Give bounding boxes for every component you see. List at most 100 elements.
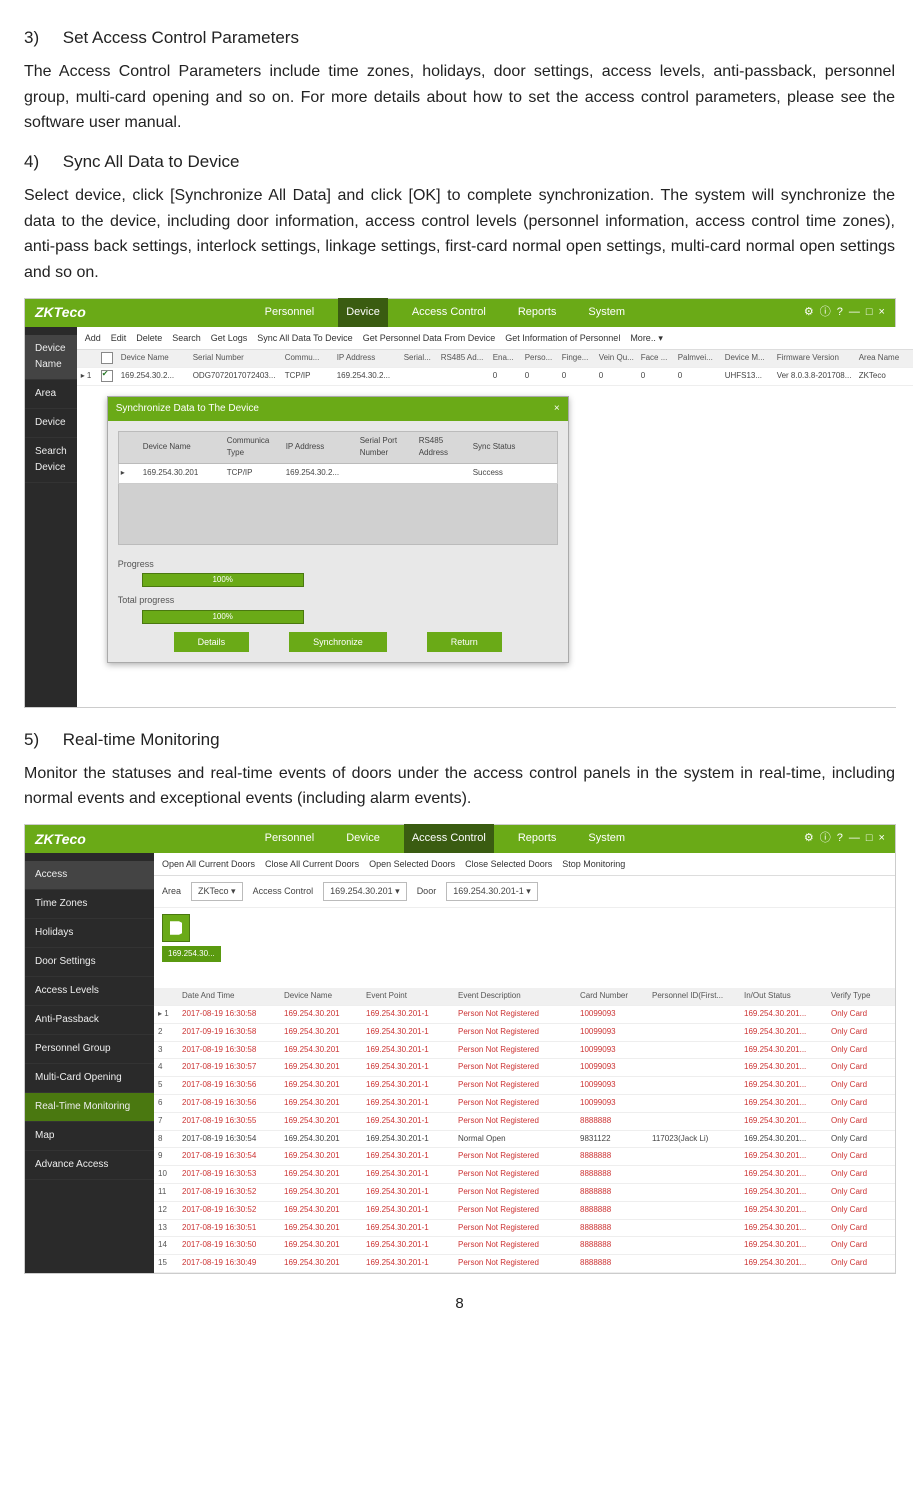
main-menu-item[interactable]: Access Control [404, 824, 494, 854]
main-menu-item[interactable]: System [580, 298, 633, 328]
column-header: In/Out Status [744, 990, 829, 1003]
window-control-icon[interactable]: — [849, 304, 860, 322]
event-cell: 12 [158, 1204, 180, 1217]
event-cell: Only Card [831, 1204, 891, 1217]
column-header: Face ... [641, 352, 676, 365]
main-menu-item[interactable]: System [580, 824, 633, 854]
toolbar-button[interactable]: Get Logs [211, 331, 248, 345]
column-header: Serial Port Number [360, 435, 415, 461]
event-cell: 169.254.30.201-1 [366, 1168, 456, 1181]
toolbar-button[interactable]: Get Information of Personnel [505, 331, 620, 345]
main-menu-item[interactable]: Device [338, 298, 388, 328]
sidebar-item[interactable]: Anti-Passback [25, 1006, 154, 1035]
window-control-icon[interactable]: ⚙ [804, 830, 814, 848]
sidebar-item[interactable]: Device Name [25, 335, 77, 380]
main-menu-item[interactable]: Personnel [257, 298, 323, 328]
sidebar-item[interactable]: Personnel Group [25, 1035, 154, 1064]
sidebar-item[interactable]: Access Levels [25, 977, 154, 1006]
toolbar: Add Edit Delete Search Get Logs Sync All Data… [77, 327, 913, 350]
window-control-icon[interactable]: □ [866, 830, 873, 848]
event-cell: Only Card [831, 1133, 891, 1146]
sidebar-item[interactable]: Area [25, 380, 77, 409]
event-cell: 2017-08-19 16:30:58 [182, 1008, 282, 1021]
section-3-title: Set Access Control Parameters [63, 28, 299, 47]
window-control-icon[interactable]: — [849, 830, 860, 848]
sidebar-item[interactable]: Advance Access [25, 1151, 154, 1180]
toolbar-button[interactable]: Sync All Data To Device [257, 331, 352, 345]
toolbar-button[interactable]: Close Selected Doors [465, 857, 552, 871]
window-control-icon[interactable]: ⓘ [820, 304, 831, 322]
event-row[interactable]: 92017-08-19 16:30:54169.254.30.201169.25… [154, 1148, 895, 1166]
event-cell: 9 [158, 1150, 180, 1163]
access-control-dropdown[interactable]: 169.254.30.201 ▾ [323, 882, 407, 900]
door-icon[interactable] [162, 914, 190, 942]
event-cell: Person Not Registered [458, 1168, 578, 1181]
area-dropdown[interactable]: ZKTeco ▾ [191, 882, 243, 900]
modal-button[interactable]: Details [174, 632, 250, 652]
toolbar-button[interactable]: Stop Monitoring [562, 857, 625, 871]
event-row[interactable]: ▸ 12017-08-19 16:30:58169.254.30.201169.… [154, 1006, 895, 1024]
main-menu-item[interactable]: Device [338, 824, 388, 854]
door-dropdown[interactable]: 169.254.30.201-1 ▾ [446, 882, 538, 900]
header-checkbox[interactable] [101, 352, 113, 364]
event-cell: 2017-08-19 16:30:52 [182, 1186, 282, 1199]
sidebar-item[interactable]: Device [25, 409, 77, 438]
toolbar-button[interactable]: Edit [111, 331, 127, 345]
toolbar-button[interactable]: Delete [136, 331, 162, 345]
event-row[interactable]: 122017-08-19 16:30:52169.254.30.201169.2… [154, 1202, 895, 1220]
toolbar-button[interactable]: Get Personnel Data From Device [363, 331, 496, 345]
event-row[interactable]: 42017-08-19 16:30:57169.254.30.201169.25… [154, 1059, 895, 1077]
event-row[interactable]: 112017-08-19 16:30:52169.254.30.201169.2… [154, 1184, 895, 1202]
modal-button[interactable]: Synchronize [289, 632, 387, 652]
window-control-icon[interactable]: ? [837, 830, 843, 848]
event-row[interactable]: 72017-08-19 16:30:55169.254.30.201169.25… [154, 1113, 895, 1131]
window-control-icon[interactable]: □ [866, 304, 873, 322]
sidebar-item[interactable]: Map [25, 1122, 154, 1151]
event-cell: 2017-08-19 16:30:56 [182, 1097, 282, 1110]
main-menu-item[interactable]: Access Control [404, 298, 494, 328]
window-control-icon[interactable]: ? [837, 304, 843, 322]
sidebar-item[interactable]: Multi-Card Opening [25, 1064, 154, 1093]
event-cell: 8888888 [580, 1222, 650, 1235]
window-control-icon[interactable]: ⓘ [820, 830, 831, 848]
column-header: RS485 Address [419, 435, 469, 461]
modal-button[interactable]: Return [427, 632, 502, 652]
device-grid-row[interactable]: ▸ 1 169.254.30.2... ODG7072017072403... … [77, 368, 913, 386]
window-control-icon[interactable]: ⚙ [804, 304, 814, 322]
sidebar-item[interactable]: Access [25, 861, 154, 890]
screenshot-sync-data: ZKTeco PersonnelDeviceAccess ControlRepo… [24, 298, 896, 708]
row-checkbox[interactable] [101, 370, 113, 382]
toolbar-button[interactable]: Close All Current Doors [265, 857, 359, 871]
event-row[interactable]: 142017-08-19 16:30:50169.254.30.201169.2… [154, 1237, 895, 1255]
sidebar-item[interactable]: Holidays [25, 919, 154, 948]
event-cell: 169.254.30.201... [744, 1257, 829, 1270]
toolbar-button[interactable]: Search [172, 331, 201, 345]
event-row[interactable]: 102017-08-19 16:30:53169.254.30.201169.2… [154, 1166, 895, 1184]
event-row[interactable]: 132017-08-19 16:30:51169.254.30.201169.2… [154, 1220, 895, 1238]
sidebar-item[interactable]: Door Settings [25, 948, 154, 977]
event-row[interactable]: 62017-08-19 16:30:56169.254.30.201169.25… [154, 1095, 895, 1113]
event-cell: 2017-08-19 16:30:52 [182, 1204, 282, 1217]
main-menu-item[interactable]: Reports [510, 298, 565, 328]
sidebar-item[interactable]: Search Device [25, 438, 77, 483]
event-row[interactable]: 32017-08-19 16:30:58169.254.30.201169.25… [154, 1042, 895, 1060]
main-menu-item[interactable]: Personnel [257, 824, 323, 854]
sidebar-item[interactable]: Real-Time Monitoring [25, 1093, 154, 1122]
close-icon[interactable]: × [554, 401, 560, 417]
window-control-icon[interactable]: × [879, 304, 885, 322]
toolbar-button[interactable]: Add [85, 331, 101, 345]
toolbar-button[interactable]: Open Selected Doors [369, 857, 455, 871]
event-row[interactable]: 52017-08-19 16:30:56169.254.30.201169.25… [154, 1077, 895, 1095]
event-cell: 169.254.30.201-1 [366, 1257, 456, 1270]
event-row[interactable]: 82017-08-19 16:30:54169.254.30.201169.25… [154, 1131, 895, 1149]
main-menu-item[interactable]: Reports [510, 824, 565, 854]
event-row[interactable]: 152017-08-19 16:30:49169.254.30.201169.2… [154, 1255, 895, 1273]
window-control-icon[interactable]: × [879, 830, 885, 848]
toolbar-button[interactable]: More.. ▾ [630, 331, 663, 345]
event-cell: Person Not Registered [458, 1150, 578, 1163]
toolbar-button[interactable]: Open All Current Doors [162, 857, 255, 871]
event-row[interactable]: 22017-09-19 16:30:58169.254.30.201169.25… [154, 1024, 895, 1042]
access-control-label: Access Control [253, 884, 314, 898]
column-header: Ena... [493, 352, 523, 365]
sidebar-item[interactable]: Time Zones [25, 890, 154, 919]
